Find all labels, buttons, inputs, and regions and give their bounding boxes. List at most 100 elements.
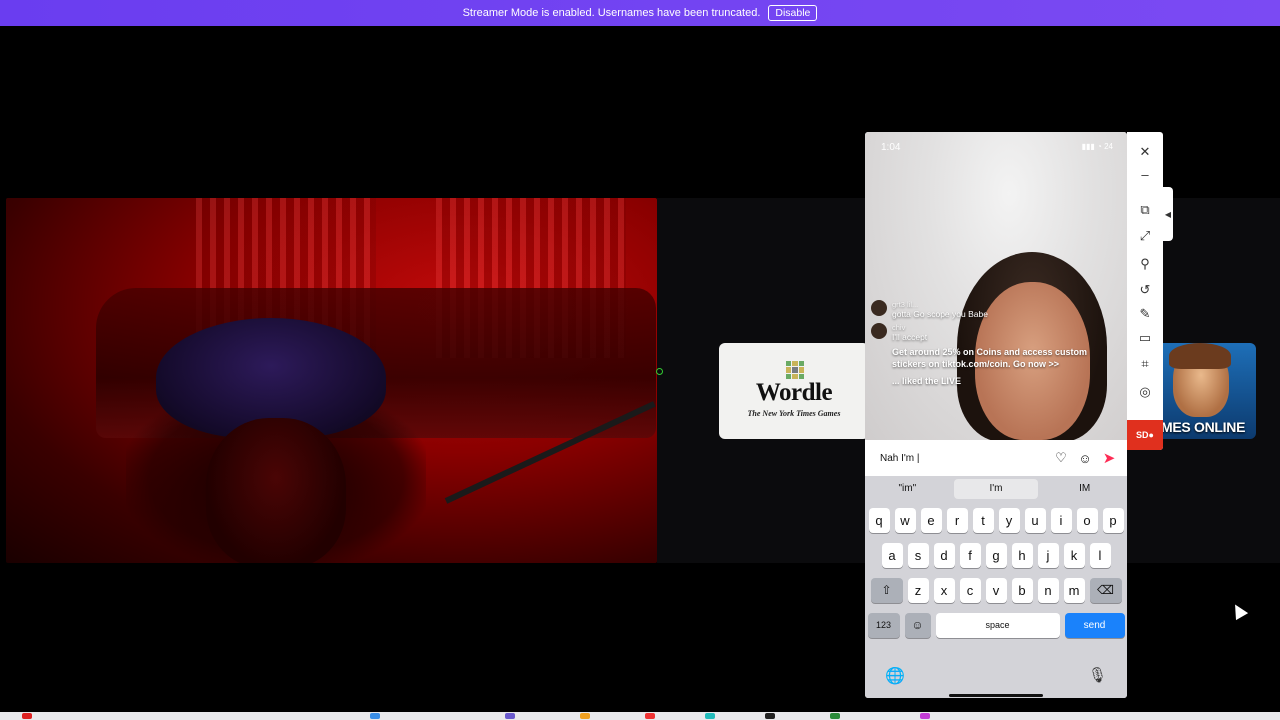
streamer-mode-banner: Streamer Mode is enabled. Usernames have… xyxy=(0,0,1280,26)
settings-icon[interactable]: ◎ xyxy=(1135,382,1155,402)
record-button[interactable]: SD ● xyxy=(1127,420,1163,450)
key-c[interactable]: c xyxy=(959,578,981,603)
key-b[interactable]: b xyxy=(1011,578,1033,603)
key-l[interactable]: l xyxy=(1089,543,1111,568)
phone-mirror-window[interactable]: 1:04 ▮▮▮ ◔ 24 grt3 lil... gotta Go scope… xyxy=(865,132,1127,698)
fullscreen-icon[interactable]: ⤢ xyxy=(1135,226,1155,246)
rotate-icon[interactable]: ↺ xyxy=(1135,280,1155,300)
key-k[interactable]: k xyxy=(1063,543,1085,568)
suggestion-item[interactable]: IM xyxy=(1042,479,1127,499)
send-key[interactable]: send xyxy=(1064,613,1125,638)
person-face xyxy=(206,418,346,563)
comment-input[interactable]: Nah I'm | xyxy=(880,453,1045,464)
key-r[interactable]: r xyxy=(946,508,968,533)
ios-keyboard: "im" I'm IM q w e r t y u i o p a s d f xyxy=(865,476,1127,698)
minimize-icon[interactable]: – xyxy=(1135,164,1155,184)
key-m[interactable]: m xyxy=(1063,578,1085,603)
home-indicator[interactable] xyxy=(949,694,1043,697)
wordle-subtitle: The New York Times Games xyxy=(747,409,841,418)
close-icon[interactable]: ✕ xyxy=(1135,142,1155,162)
key-q[interactable]: q xyxy=(868,508,890,533)
key-v[interactable]: v xyxy=(985,578,1007,603)
taskbar xyxy=(0,712,1280,720)
keyboard-bottom-bar: 🌐 🎙 xyxy=(865,660,1127,698)
space-key[interactable]: space xyxy=(935,613,1060,638)
crop-icon[interactable]: ⌗ xyxy=(1135,354,1155,374)
screenshot-icon[interactable]: ⧉ xyxy=(1135,200,1155,220)
chat-message: chiv I'll accept xyxy=(871,323,1116,342)
microphone-icon[interactable]: 🎙 xyxy=(1088,666,1107,684)
games-online-label: MES ONLINE xyxy=(1161,419,1246,435)
resize-handle[interactable] xyxy=(656,368,663,375)
key-h[interactable]: h xyxy=(1011,543,1033,568)
key-p[interactable]: p xyxy=(1102,508,1124,533)
webcam-feed xyxy=(6,198,657,563)
status-icons: ▮▮▮ ◔ 24 xyxy=(1081,142,1113,151)
key-z[interactable]: z xyxy=(907,578,929,603)
mouse-cursor-icon xyxy=(1229,601,1249,621)
emoji-icon[interactable]: ☺ xyxy=(1077,450,1093,466)
disable-streamer-mode-button[interactable]: Disable xyxy=(768,5,818,21)
avatar xyxy=(871,323,887,339)
avatar xyxy=(871,300,887,316)
key-e[interactable]: e xyxy=(920,508,942,533)
chat-username: chiv xyxy=(892,323,906,332)
key-w[interactable]: w xyxy=(894,508,916,533)
emoji-key-icon[interactable]: ☺ xyxy=(904,613,931,638)
shift-key-icon[interactable]: ⇧ xyxy=(870,578,903,603)
window-icon[interactable]: ▭ xyxy=(1135,328,1155,348)
record-icon: ● xyxy=(1148,430,1154,440)
taskbar-app-icon[interactable] xyxy=(645,713,655,719)
key-n[interactable]: n xyxy=(1037,578,1059,603)
key-j[interactable]: j xyxy=(1037,543,1059,568)
taskbar-app-icon[interactable] xyxy=(370,713,380,719)
globe-icon[interactable]: 🌐 xyxy=(885,666,905,686)
send-arrow-icon[interactable]: ➤ xyxy=(1101,450,1117,467)
taskbar-app-icon[interactable] xyxy=(22,713,32,719)
key-x[interactable]: x xyxy=(933,578,955,603)
key-s[interactable]: s xyxy=(907,543,929,568)
taskbar-app-icon[interactable] xyxy=(830,713,840,719)
live-chat: grt3 lil... gotta Go scope you Babe chiv… xyxy=(871,300,1116,386)
key-a[interactable]: a xyxy=(881,543,903,568)
wordle-title: Wordle xyxy=(755,379,833,406)
banner-message: Streamer Mode is enabled. Usernames have… xyxy=(462,7,761,19)
key-u[interactable]: u xyxy=(1024,508,1046,533)
chat-text: gotta Go scope you Babe xyxy=(892,309,988,319)
record-label: SD xyxy=(1136,430,1149,440)
key-o[interactable]: o xyxy=(1076,508,1098,533)
key-row-1: q w e r t y u i o p xyxy=(865,508,1127,533)
wordle-grid-icon xyxy=(786,361,804,379)
wordle-card[interactable]: Wordle The New York Times Games xyxy=(719,343,869,439)
stream-stage: Wordle The New York Times Games MES ONLI… xyxy=(0,26,1280,712)
heart-gift-icon[interactable]: ♡ xyxy=(1053,450,1069,466)
comment-bar: Nah I'm | ♡ ☺ ➤ xyxy=(865,440,1127,476)
backspace-key-icon[interactable]: ⌫ xyxy=(1089,578,1122,603)
coin-promo-message[interactable]: Get around 25% on Coins and access custo… xyxy=(892,346,1116,370)
pin-icon[interactable]: ⚲ xyxy=(1135,254,1155,274)
pen-icon[interactable]: ✎ xyxy=(1135,304,1155,324)
taskbar-app-icon[interactable] xyxy=(765,713,775,719)
games-online-card[interactable]: MES ONLINE xyxy=(1155,343,1256,439)
key-d[interactable]: d xyxy=(933,543,955,568)
liked-live-message: ... liked the LIVE xyxy=(892,376,962,386)
key-y[interactable]: y xyxy=(998,508,1020,533)
character-hair xyxy=(1169,343,1231,369)
taskbar-app-icon[interactable] xyxy=(705,713,715,719)
collapse-toolbar-tab[interactable]: ◀ xyxy=(1163,187,1173,241)
chat-username: grt3 lil... xyxy=(892,300,919,309)
numbers-key[interactable]: 123 xyxy=(867,613,900,638)
taskbar-app-icon[interactable] xyxy=(505,713,515,719)
key-i[interactable]: i xyxy=(1050,508,1072,533)
status-time: 1:04 xyxy=(881,142,901,153)
mirror-toolbar: ✕ – ⧉ ⤢ ⚲ ↺ ✎ ▭ ⌗ ◎ SD ● xyxy=(1127,132,1163,450)
suggestion-item[interactable]: I'm xyxy=(953,479,1039,499)
chat-message: grt3 lil... gotta Go scope you Babe xyxy=(871,300,1116,319)
tiktok-live-video: 1:04 ▮▮▮ ◔ 24 grt3 lil... gotta Go scope… xyxy=(865,132,1127,442)
suggestion-item[interactable]: "im" xyxy=(865,479,950,499)
key-t[interactable]: t xyxy=(972,508,994,533)
taskbar-app-icon[interactable] xyxy=(580,713,590,719)
taskbar-app-icon[interactable] xyxy=(920,713,930,719)
key-f[interactable]: f xyxy=(959,543,981,568)
key-g[interactable]: g xyxy=(985,543,1007,568)
